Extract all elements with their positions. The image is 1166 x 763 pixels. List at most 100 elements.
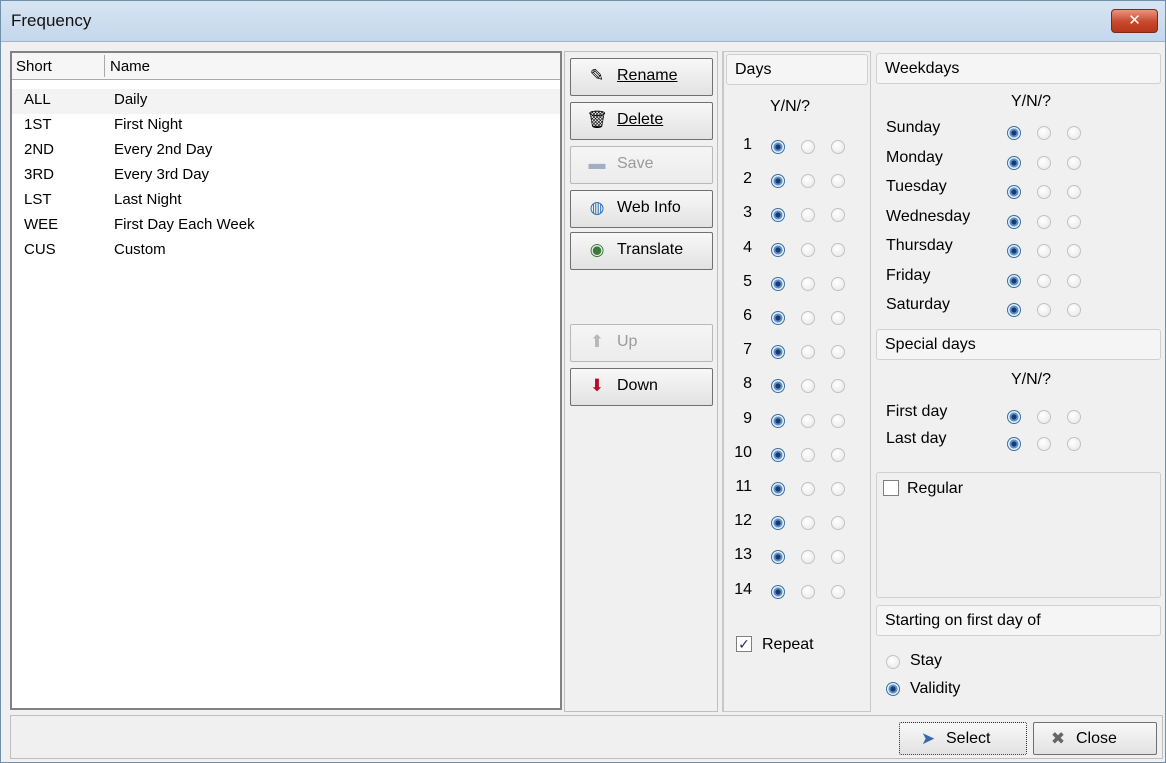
translate-button[interactable]: ◉ Translate bbox=[570, 232, 713, 270]
day-10-radio-unknown[interactable] bbox=[831, 447, 845, 462]
weekday-friday-radio-y[interactable] bbox=[1007, 273, 1021, 288]
day-3-radio-unknown[interactable] bbox=[831, 208, 845, 223]
day-6-radio-unknown[interactable] bbox=[831, 311, 845, 325]
column-divider[interactable] bbox=[104, 55, 105, 77]
day-7-radio-n[interactable] bbox=[801, 345, 815, 360]
day-4-radio-y[interactable] bbox=[771, 242, 785, 257]
window-close-button[interactable]: ✕ bbox=[1111, 9, 1158, 33]
day-1-radio-n[interactable] bbox=[801, 140, 815, 154]
weekday-monday-radio-n[interactable] bbox=[1037, 155, 1051, 170]
weekday-saturday-radio-unknown[interactable] bbox=[1067, 303, 1081, 317]
table-row[interactable]: ALL Daily bbox=[12, 89, 560, 114]
special-first-day-radio-y[interactable] bbox=[1007, 410, 1021, 424]
day-number: 13 bbox=[734, 546, 752, 564]
day-7-radio-unknown[interactable] bbox=[831, 345, 845, 360]
day-14-radio-n[interactable] bbox=[801, 584, 815, 599]
weekday-tuesday-radio-y[interactable] bbox=[1007, 185, 1021, 199]
web-info-button[interactable]: ◍ Web Info bbox=[570, 190, 713, 228]
weekday-thursday-radio-n[interactable] bbox=[1037, 244, 1051, 258]
regular-checkbox[interactable] bbox=[883, 480, 899, 496]
save-button[interactable]: ▬ Save bbox=[570, 146, 713, 184]
select-button[interactable]: ➤ Select bbox=[899, 722, 1027, 755]
weekday-tuesday-radio-n[interactable] bbox=[1037, 185, 1051, 199]
weekday-thursday-radio-unknown[interactable] bbox=[1067, 244, 1081, 258]
day-11-radio-n[interactable] bbox=[801, 482, 815, 496]
frequency-dialog: Frequency ✕ Short Name ALL Daily 1ST First … bbox=[0, 0, 1166, 763]
day-4-radio-n[interactable] bbox=[801, 242, 815, 257]
day-3-radio-n[interactable] bbox=[801, 208, 815, 223]
repeat-checkbox[interactable]: ✓ bbox=[736, 636, 752, 652]
weekday-sunday-radio-y[interactable] bbox=[1007, 126, 1021, 140]
day-1-radio-unknown[interactable] bbox=[831, 140, 845, 154]
action-button-panel: ✎ Rename 🗑 Delete ▬ Save ◍ Web Info ◉ Tr… bbox=[564, 51, 718, 712]
day-8-radio-n[interactable] bbox=[801, 379, 815, 394]
table-row[interactable]: 2ND Every 2nd Day bbox=[12, 139, 560, 164]
column-header-short[interactable]: Short bbox=[16, 58, 52, 75]
stay-radio[interactable] bbox=[886, 655, 900, 669]
day-14-radio-y[interactable] bbox=[771, 584, 785, 599]
day-13-radio-unknown[interactable] bbox=[831, 550, 845, 565]
table-row[interactable]: WEE First Day Each Week bbox=[12, 214, 560, 239]
frequency-grid[interactable]: Short Name ALL Daily 1ST First Night 2ND Ever… bbox=[10, 51, 562, 710]
weekday-saturday-radio-n[interactable] bbox=[1037, 303, 1051, 317]
delete-button[interactable]: 🗑 Delete bbox=[570, 102, 713, 140]
day-3-radio-y[interactable] bbox=[771, 208, 785, 223]
day-12-radio-y[interactable] bbox=[771, 516, 785, 531]
up-button[interactable]: ⬆ Up bbox=[570, 324, 713, 362]
table-row[interactable]: LST Last Night bbox=[12, 189, 560, 214]
day-1-radio-y[interactable] bbox=[771, 140, 785, 154]
close-button[interactable]: ✖ Close bbox=[1033, 722, 1157, 755]
weekday-tuesday-radio-unknown[interactable] bbox=[1067, 185, 1081, 199]
special-first-day-radio-n[interactable] bbox=[1037, 410, 1051, 424]
special-last-day-radio-y[interactable] bbox=[1007, 437, 1021, 451]
day-13-radio-y[interactable] bbox=[771, 550, 785, 565]
day-12-radio-n[interactable] bbox=[801, 516, 815, 531]
translate-button-label: Translate bbox=[617, 241, 684, 258]
day-10-radio-y[interactable] bbox=[771, 447, 785, 462]
weekday-wednesday-radio-unknown[interactable] bbox=[1067, 214, 1081, 229]
day-2-radio-y[interactable] bbox=[771, 174, 785, 189]
days-header: Days bbox=[726, 54, 868, 85]
day-11-radio-unknown[interactable] bbox=[831, 482, 845, 496]
day-2-radio-n[interactable] bbox=[801, 174, 815, 189]
table-row[interactable]: 3RD Every 3rd Day bbox=[12, 164, 560, 189]
day-6-radio-n[interactable] bbox=[801, 311, 815, 325]
special-first-day-radio-unknown[interactable] bbox=[1067, 410, 1081, 424]
table-row[interactable]: 1ST First Night bbox=[12, 114, 560, 139]
weekday-monday-radio-unknown[interactable] bbox=[1067, 155, 1081, 170]
weekday-saturday-radio-y[interactable] bbox=[1007, 303, 1021, 317]
day-13-radio-n[interactable] bbox=[801, 550, 815, 565]
rename-icon: ✎ bbox=[589, 66, 605, 85]
weekday-thursday-radio-y[interactable] bbox=[1007, 244, 1021, 258]
table-row[interactable]: CUS Custom bbox=[12, 239, 560, 264]
column-header-name[interactable]: Name bbox=[110, 58, 150, 75]
down-button[interactable]: ⬇ Down bbox=[570, 368, 713, 406]
weekday-sunday-radio-unknown[interactable] bbox=[1067, 126, 1081, 140]
day-5-radio-n[interactable] bbox=[801, 276, 815, 291]
day-8-radio-unknown[interactable] bbox=[831, 379, 845, 394]
weekday-wednesday-radio-y[interactable] bbox=[1007, 214, 1021, 229]
day-11-radio-y[interactable] bbox=[771, 482, 785, 496]
day-2-radio-unknown[interactable] bbox=[831, 174, 845, 189]
day-14-radio-unknown[interactable] bbox=[831, 584, 845, 599]
day-9-radio-y[interactable] bbox=[771, 413, 785, 428]
weekday-sunday-radio-n[interactable] bbox=[1037, 126, 1051, 140]
weekday-friday-radio-n[interactable] bbox=[1037, 273, 1051, 288]
weekday-monday-radio-y[interactable] bbox=[1007, 155, 1021, 170]
special-last-day-radio-unknown[interactable] bbox=[1067, 437, 1081, 451]
day-9-radio-n[interactable] bbox=[801, 413, 815, 428]
rename-button[interactable]: ✎ Rename bbox=[570, 58, 713, 96]
day-9-radio-unknown[interactable] bbox=[831, 413, 845, 428]
day-6-radio-y[interactable] bbox=[771, 311, 785, 325]
day-8-radio-y[interactable] bbox=[771, 379, 785, 394]
day-5-radio-unknown[interactable] bbox=[831, 276, 845, 291]
special-last-day-radio-n[interactable] bbox=[1037, 437, 1051, 451]
day-10-radio-n[interactable] bbox=[801, 447, 815, 462]
weekday-wednesday-radio-n[interactable] bbox=[1037, 214, 1051, 229]
day-12-radio-unknown[interactable] bbox=[831, 516, 845, 531]
weekday-friday-radio-unknown[interactable] bbox=[1067, 273, 1081, 288]
day-5-radio-y[interactable] bbox=[771, 276, 785, 291]
validity-radio[interactable] bbox=[886, 682, 900, 696]
day-7-radio-y[interactable] bbox=[771, 345, 785, 360]
day-4-radio-unknown[interactable] bbox=[831, 242, 845, 257]
